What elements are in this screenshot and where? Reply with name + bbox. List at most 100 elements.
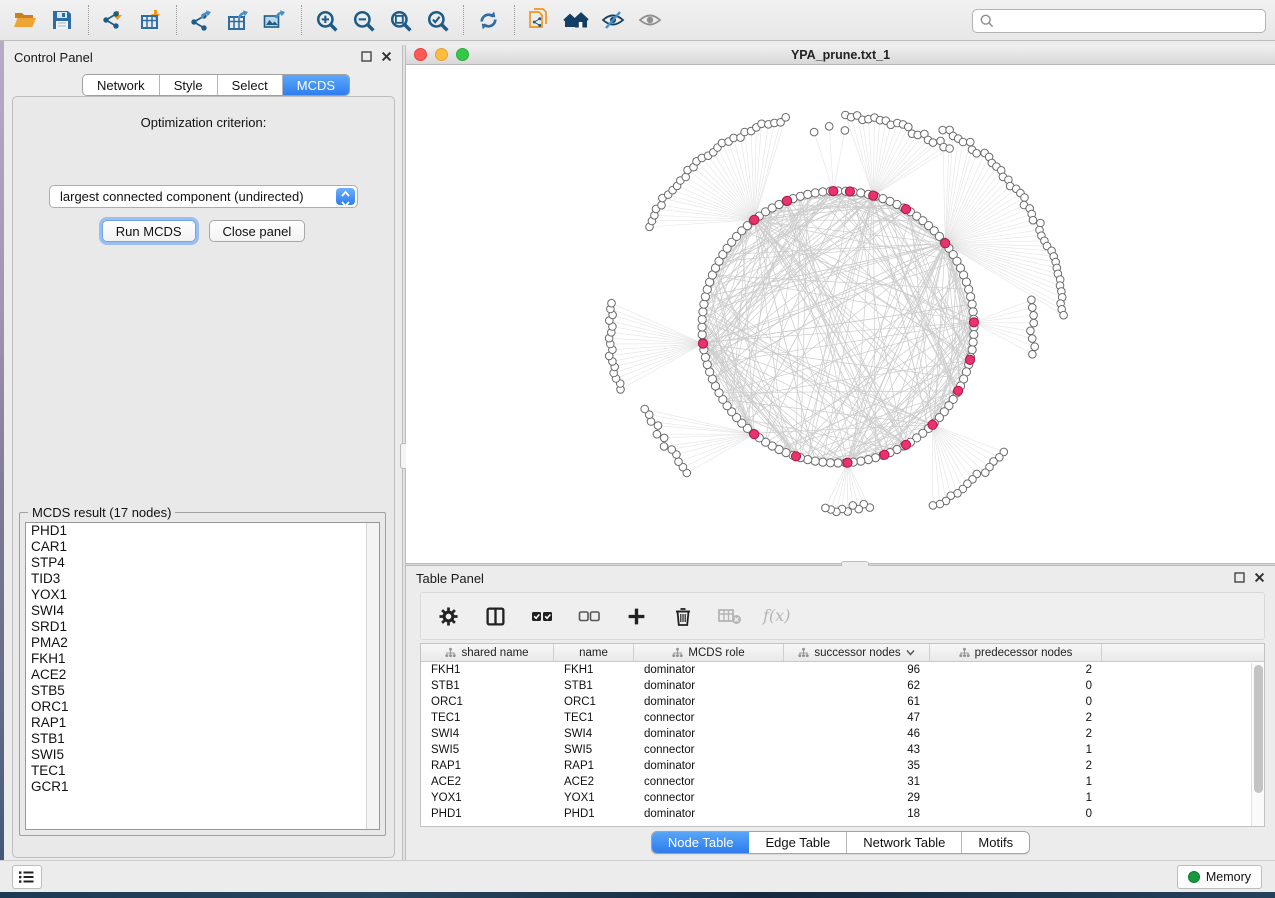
run-mcds-button[interactable]: Run MCDS	[102, 220, 196, 242]
window-minimize-icon[interactable]	[435, 48, 448, 61]
table-row[interactable]: YOX1YOX1connector291	[421, 790, 1264, 806]
export-table-button[interactable]	[223, 5, 253, 35]
mcds-result-item[interactable]: ACE2	[26, 667, 379, 683]
table-row[interactable]: RAP1RAP1dominator352	[421, 758, 1264, 774]
mcds-result-item[interactable]: ORC1	[26, 699, 379, 715]
save-session-button[interactable]	[47, 5, 77, 35]
toolbar-separator	[176, 5, 177, 35]
mcds-result-item[interactable]: STB5	[26, 683, 379, 699]
network-window-titlebar[interactable]: YPA_prune.txt_1	[406, 45, 1275, 65]
search-input[interactable]	[995, 12, 1265, 30]
mcds-list-scrollbar[interactable]	[366, 523, 379, 829]
column-header-MCDS-role[interactable]: MCDS role	[634, 644, 784, 661]
window-maximize-icon[interactable]	[456, 48, 469, 61]
table-cell-mcds_role: dominator	[634, 808, 784, 820]
table-cell-shared_name: SWI4	[421, 728, 554, 740]
export-image-button[interactable]	[260, 5, 290, 35]
select-all-button[interactable]	[527, 601, 557, 631]
table-cell-successor_nodes: 47	[784, 712, 930, 724]
zoom-in-button[interactable]	[311, 5, 341, 35]
node-table-scrollbar[interactable]	[1251, 663, 1264, 826]
import-table-button[interactable]	[135, 5, 165, 35]
network-graph[interactable]	[406, 65, 1275, 563]
network-canvas[interactable]	[406, 65, 1275, 563]
table-cell-predecessor_nodes: 1	[930, 744, 1102, 756]
table-tab-edge-table[interactable]: Edge Table	[749, 832, 847, 853]
table-tab-node-table[interactable]: Node Table	[652, 832, 750, 853]
toolbar-separator	[301, 5, 302, 35]
zoom-selected-button[interactable]	[422, 5, 452, 35]
table-panel-tabs: Node TableEdge TableNetwork TableMotifs	[651, 831, 1030, 854]
memory-button[interactable]: Memory	[1177, 865, 1262, 889]
control-panel-tab-mcds[interactable]: MCDS	[283, 75, 349, 95]
task-history-button[interactable]	[12, 865, 42, 889]
toolbar-separator	[514, 5, 515, 35]
mcds-result-item[interactable]: PHD1	[26, 523, 379, 539]
table-row[interactable]: SWI4SWI4dominator462	[421, 726, 1264, 742]
table-row[interactable]: SWI5SWI5connector431	[421, 742, 1264, 758]
table-tab-motifs[interactable]: Motifs	[962, 832, 1029, 853]
memory-status-icon	[1188, 871, 1200, 883]
table-row[interactable]: TEC1TEC1connector472	[421, 710, 1264, 726]
table-cell-shared_name: PHD1	[421, 808, 554, 820]
close-panel-icon[interactable]	[381, 51, 392, 62]
column-header-name[interactable]: name	[554, 644, 634, 661]
new-network-from-selection-button[interactable]	[524, 5, 554, 35]
zoom-fit-button[interactable]	[385, 5, 415, 35]
create-column-button[interactable]	[621, 601, 651, 631]
table-options-button[interactable]	[433, 601, 463, 631]
table-row[interactable]: ACE2ACE2connector311	[421, 774, 1264, 790]
mcds-result-item[interactable]: YOX1	[26, 587, 379, 603]
node-table-scrollbar-thumb[interactable]	[1254, 665, 1263, 793]
mcds-result-item[interactable]: GCR1	[26, 779, 379, 795]
mcds-result-item[interactable]: SWI5	[26, 747, 379, 763]
show-hide-panels-button[interactable]	[561, 5, 591, 35]
control-panel-tab-network[interactable]: Network	[83, 75, 160, 95]
column-header-shared-name[interactable]: shared name	[421, 644, 554, 661]
mcds-result-item[interactable]: PMA2	[26, 635, 379, 651]
import-network-button[interactable]	[98, 5, 128, 35]
zoom-out-button[interactable]	[348, 5, 378, 35]
table-tab-network-table[interactable]: Network Table	[847, 832, 962, 853]
table-row[interactable]: FKH1FKH1dominator962	[421, 662, 1264, 678]
mcds-result-item[interactable]: SRD1	[26, 619, 379, 635]
table-cell-mcds_role: connector	[634, 792, 784, 804]
table-row[interactable]: PHD1PHD1dominator180	[421, 806, 1264, 822]
deselect-all-button[interactable]	[574, 601, 604, 631]
mcds-result-item[interactable]: FKH1	[26, 651, 379, 667]
desktop-wallpaper-bottom	[0, 892, 1275, 898]
table-cell-name: STB1	[554, 680, 634, 692]
toolbar-separator	[463, 5, 464, 35]
show-columns-button[interactable]	[480, 601, 510, 631]
criterion-select[interactable]: largest connected component (undirected)	[49, 185, 358, 208]
delete-columns-button[interactable]	[668, 601, 698, 631]
mcds-result-item[interactable]: TEC1	[26, 763, 379, 779]
control-panel-tab-select[interactable]: Select	[218, 75, 283, 95]
table-cell-predecessor_nodes: 0	[930, 696, 1102, 708]
table-cell-predecessor_nodes: 2	[930, 712, 1102, 724]
column-header-predecessor-nodes[interactable]: predecessor nodes	[930, 644, 1102, 661]
table-row[interactable]: STB1STB1dominator620	[421, 678, 1264, 694]
open-session-button[interactable]	[10, 5, 40, 35]
mcds-result-item[interactable]: STP4	[26, 555, 379, 571]
float-panel-icon[interactable]	[361, 51, 372, 62]
hide-graphics-details-button[interactable]	[598, 5, 628, 35]
close-panel-button[interactable]: Close panel	[209, 220, 306, 242]
window-close-icon[interactable]	[414, 48, 427, 61]
export-network-button[interactable]	[186, 5, 216, 35]
table-row[interactable]: ORC1ORC1dominator610	[421, 694, 1264, 710]
mcds-result-item[interactable]: RAP1	[26, 715, 379, 731]
mcds-result-item[interactable]: TID3	[26, 571, 379, 587]
mcds-result-item[interactable]: STB1	[26, 731, 379, 747]
mcds-result-item[interactable]: CAR1	[26, 539, 379, 555]
apply-layout-button[interactable]	[473, 5, 503, 35]
column-header-successor-nodes[interactable]: successor nodes	[784, 644, 930, 661]
control-panel-tab-style[interactable]: Style	[160, 75, 218, 95]
close-panel-icon[interactable]	[1254, 572, 1265, 583]
table-cell-successor_nodes: 18	[784, 808, 930, 820]
table-cell-shared_name: TEC1	[421, 712, 554, 724]
float-panel-icon[interactable]	[1234, 572, 1245, 583]
table-cell-shared_name: STB1	[421, 680, 554, 692]
mcds-result-list[interactable]: PHD1CAR1STP4TID3YOX1SWI4SRD1PMA2FKH1ACE2…	[25, 522, 380, 830]
mcds-result-item[interactable]: SWI4	[26, 603, 379, 619]
